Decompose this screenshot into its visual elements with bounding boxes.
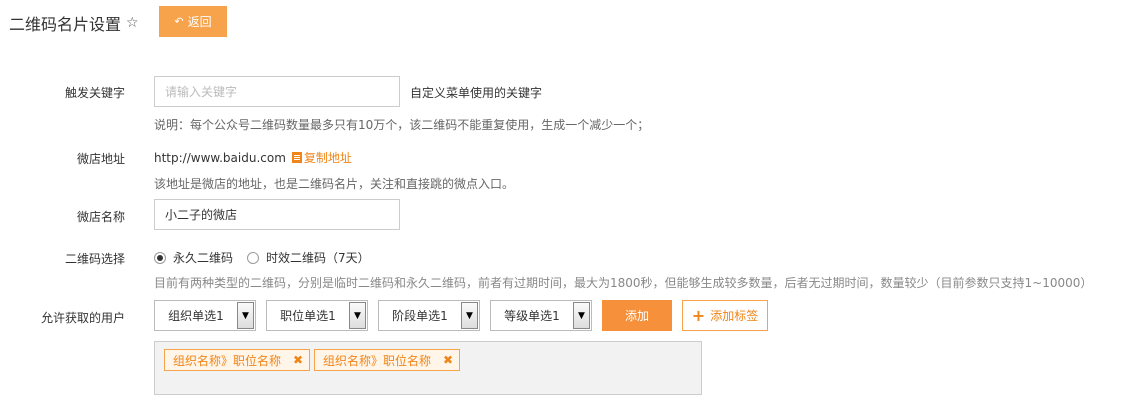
add-tag-button[interactable]: + 添加标签	[682, 300, 768, 331]
dropdown-arrow-icon: ▼	[237, 302, 254, 329]
tag-label: 组织名称》职位名称	[173, 353, 282, 368]
qr-choice-note: 目前有两种类型的二维码，分别是临时二维码和永久二维码，前者有过期时间，最大为18…	[154, 276, 1093, 290]
radio-unchecked-icon	[247, 251, 260, 264]
add-button[interactable]: 添加	[602, 300, 672, 331]
stage-select[interactable]: 阶段单选1 ▼	[378, 300, 480, 331]
radio-temporary-label: 时效二维码（7天）	[266, 251, 370, 265]
tag-item: 组织名称》职位名称 ✖	[314, 349, 461, 371]
level-select-value: 等级单选1	[504, 309, 560, 323]
shop-name-input[interactable]	[154, 199, 400, 230]
position-select[interactable]: 职位单选1 ▼	[266, 300, 368, 331]
close-icon[interactable]: ✖	[293, 353, 303, 367]
radio-temporary-qr[interactable]: 时效二维码（7天）	[247, 249, 370, 266]
radio-permanent-label: 永久二维码	[173, 251, 234, 265]
level-select[interactable]: 等级单选1 ▼	[490, 300, 592, 331]
copy-icon	[291, 152, 302, 163]
position-select-value: 职位单选1	[280, 309, 336, 323]
keyword-label: 触发关键字	[64, 86, 125, 100]
keyword-side-hint: 自定义菜单使用的关键字	[410, 86, 543, 100]
shop-address-value: http://www.baidu.com 复制地址	[154, 149, 352, 166]
copy-address-link[interactable]: 复制地址	[291, 149, 352, 166]
add-tag-label: 添加标签	[710, 309, 759, 323]
radio-checked-icon	[154, 251, 166, 264]
dropdown-arrow-icon: ▼	[573, 302, 590, 329]
keyword-note: 说明：每个公众号二维码数量最多只有10万个，该二维码不能重复使用，生成一个减少一…	[154, 118, 650, 132]
back-button[interactable]: ↶ 返回	[159, 6, 227, 37]
copy-address-label: 复制地址	[303, 151, 352, 165]
allowed-users-label: 允许获取的用户	[40, 311, 125, 325]
dropdown-arrow-icon: ▼	[461, 302, 478, 329]
org-select[interactable]: 组织单选1 ▼	[154, 300, 256, 331]
shop-address-note: 该地址是微店的地址，也是二维码名片，关注和直接跳的微点入口。	[154, 177, 515, 191]
shop-address-label: 微店地址	[76, 152, 125, 166]
star-icon[interactable]: ☆	[126, 15, 139, 31]
dropdown-arrow-icon: ▼	[349, 302, 366, 329]
qr-choice-label: 二维码选择	[64, 252, 125, 266]
back-button-label: 返回	[187, 15, 212, 29]
keyword-input[interactable]	[154, 76, 400, 107]
tag-item: 组织名称》职位名称 ✖	[164, 349, 311, 371]
stage-select-value: 阶段单选1	[392, 309, 448, 323]
back-arrow-icon: ↶	[174, 15, 184, 28]
radio-permanent-qr[interactable]: 永久二维码	[154, 249, 233, 266]
shop-url: http://www.baidu.com	[154, 150, 286, 165]
qr-choice-radio-group: 永久二维码 时效二维码（7天）	[154, 249, 384, 266]
close-icon[interactable]: ✖	[443, 353, 453, 367]
tag-label: 组织名称》职位名称	[323, 353, 432, 368]
page-header: 二维码名片设置 ☆	[9, 8, 139, 38]
page-title: 二维码名片设置	[9, 15, 122, 34]
shop-name-label: 微店名称	[76, 210, 125, 224]
plus-icon: +	[691, 305, 706, 325]
selected-tags-box: 组织名称》职位名称 ✖ 组织名称》职位名称 ✖	[154, 341, 702, 395]
org-select-value: 组织单选1	[168, 309, 224, 323]
